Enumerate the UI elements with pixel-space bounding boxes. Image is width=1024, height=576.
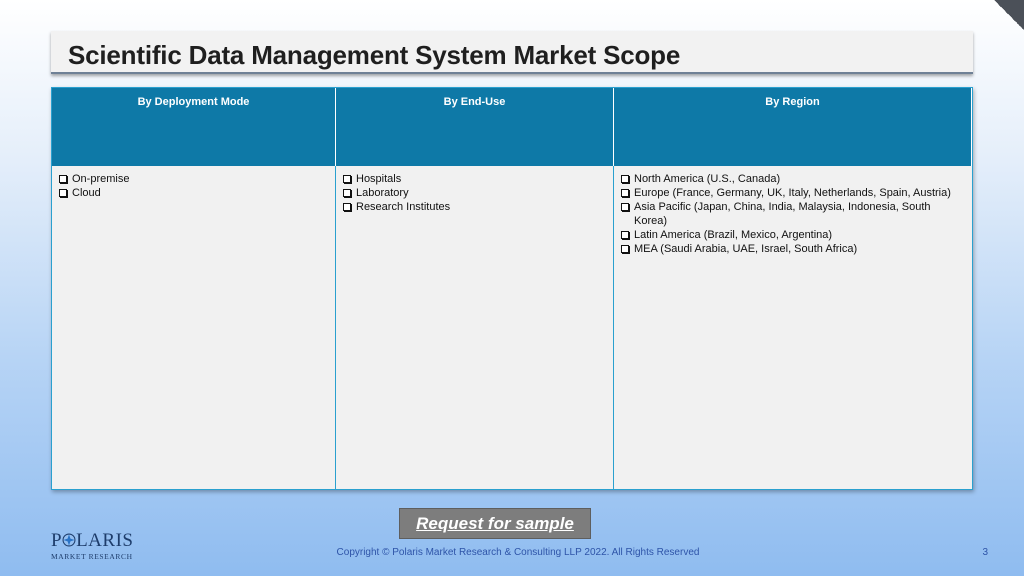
checkbox-bullet-icon: [621, 175, 629, 183]
logo-letter: P: [51, 530, 63, 551]
column-body-deployment-mode: On-premise Cloud: [52, 166, 336, 489]
list-item-label: Latin America (Brazil, Mexico, Argentina…: [634, 229, 833, 241]
checkbox-bullet-icon: [343, 175, 351, 183]
page-corner-icon: [994, 0, 1024, 30]
end-use-list: Hospitals Laboratory Research Institutes: [342, 172, 603, 214]
page-number: 3: [982, 547, 988, 558]
title-bar: Scientific Data Management System Market…: [51, 31, 973, 74]
list-item-label: MEA (Saudi Arabia, UAE, Israel, South Af…: [634, 243, 858, 255]
list-item: Research Institutes: [342, 200, 603, 214]
copyright-text: Copyright © Polaris Market Research & Co…: [336, 547, 700, 558]
list-item: Cloud: [58, 186, 325, 200]
list-item: Asia Pacific (Japan, China, India, Malay…: [620, 200, 962, 228]
column-body-region: North America (U.S., Canada) Europe (Fra…: [614, 166, 972, 489]
list-item-label: Research Institutes: [356, 201, 451, 213]
compass-star-icon: [62, 533, 76, 547]
list-item: On-premise: [58, 172, 325, 186]
deployment-mode-list: On-premise Cloud: [58, 172, 325, 200]
checkbox-bullet-icon: [621, 203, 629, 211]
market-scope-table: By Deployment Mode By End-Use By Region …: [51, 87, 973, 490]
checkbox-bullet-icon: [621, 231, 629, 239]
checkbox-bullet-icon: [343, 189, 351, 197]
list-item-label: Asia Pacific (Japan, China, India, Malay…: [634, 201, 931, 227]
column-header-end-use: By End-Use: [336, 88, 614, 166]
list-item-label: Laboratory: [356, 187, 409, 199]
list-item: Latin America (Brazil, Mexico, Argentina…: [620, 228, 962, 242]
list-item-label: Europe (France, Germany, UK, Italy, Neth…: [634, 187, 951, 199]
logo-subtitle: MARKET RESEARCH: [51, 552, 133, 561]
checkbox-bullet-icon: [621, 245, 629, 253]
list-item-label: Cloud: [72, 187, 101, 199]
checkbox-bullet-icon: [621, 189, 629, 197]
checkbox-bullet-icon: [59, 189, 67, 197]
region-list: North America (U.S., Canada) Europe (Fra…: [620, 172, 962, 256]
list-item: Laboratory: [342, 186, 603, 200]
column-header-deployment-mode: By Deployment Mode: [52, 88, 336, 166]
checkbox-bullet-icon: [59, 175, 67, 183]
logo-letters: LARIS: [76, 530, 134, 551]
request-sample-button[interactable]: Request for sample: [399, 508, 591, 539]
list-item: Hospitals: [342, 172, 603, 186]
list-item: Europe (France, Germany, UK, Italy, Neth…: [620, 186, 962, 200]
list-item: MEA (Saudi Arabia, UAE, Israel, South Af…: [620, 242, 962, 256]
list-item-label: On-premise: [72, 173, 130, 185]
column-body-end-use: Hospitals Laboratory Research Institutes: [336, 166, 614, 489]
checkbox-bullet-icon: [343, 203, 351, 211]
logo-wordmark: P LARIS: [51, 530, 134, 551]
list-item-label: North America (U.S., Canada): [634, 173, 781, 185]
list-item: North America (U.S., Canada): [620, 172, 962, 186]
column-header-region: By Region: [614, 88, 972, 166]
page-title: Scientific Data Management System Market…: [68, 40, 681, 70]
polaris-logo: P LARIS MARKET RESEARCH: [51, 530, 134, 563]
list-item-label: Hospitals: [356, 173, 402, 185]
